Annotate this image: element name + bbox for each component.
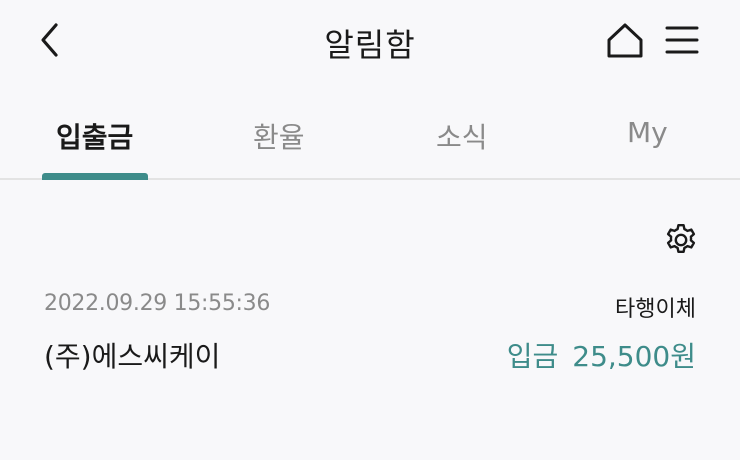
active-tab-indicator: [42, 173, 148, 180]
amount-value: 25,500원: [572, 340, 696, 373]
tab-exchange-rate[interactable]: 환율: [253, 116, 305, 156]
home-button[interactable]: [605, 20, 645, 60]
notification-item[interactable]: 2022.09.29 15:55:36 타행이체 (주)에스씨케이 입금 25,5…: [0, 285, 740, 385]
transfer-type: 타행이체: [615, 297, 696, 322]
gear-icon: [666, 224, 696, 253]
home-icon: [607, 23, 643, 58]
transaction-amount: 입금 25,500원: [507, 335, 696, 375]
category-tabs: 입출금 환율 소식 My: [0, 100, 740, 180]
notification-settings-button[interactable]: [663, 222, 699, 258]
sender-name: (주)에스씨케이: [44, 340, 221, 373]
direction-label: 입금: [506, 340, 559, 373]
notification-datetime: 2022.09.29 15:55:36: [44, 291, 271, 316]
hamburger-menu-icon: [665, 26, 699, 54]
app-header: 알림함: [0, 0, 740, 84]
tab-news[interactable]: 소식: [436, 116, 488, 156]
menu-button[interactable]: [664, 22, 700, 58]
tab-my[interactable]: My: [627, 116, 668, 149]
tab-deposit-withdrawal[interactable]: 입출금: [56, 116, 133, 156]
